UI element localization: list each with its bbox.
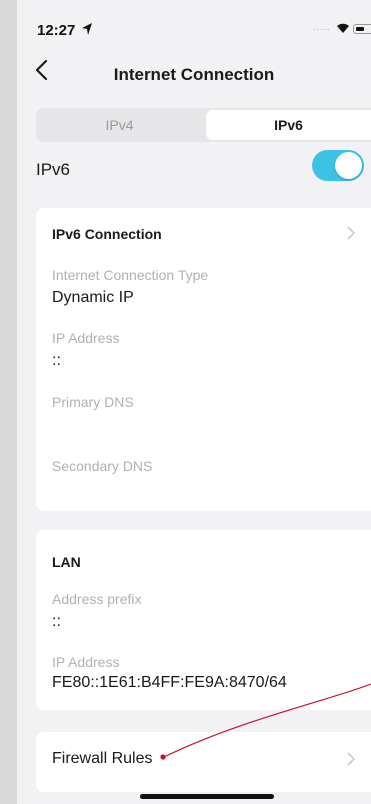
address-prefix-value: :: [52, 613, 61, 630]
secondary-dns-label: Secondary DNS [52, 458, 153, 474]
lan-ip-address-label: IP Address [52, 654, 120, 670]
page-title: Internet Connection [113, 65, 275, 84]
signal-icon: ..... [313, 22, 331, 32]
battery-icon [353, 24, 371, 34]
chevron-right-icon [347, 752, 355, 766]
ipv6-connection-header: IPv6 Connection [52, 226, 162, 242]
ipv6-toggle-row: IPv6 [36, 148, 371, 188]
address-prefix-label: Address prefix [52, 591, 142, 607]
tab-ipv4[interactable]: IPv4 [36, 108, 203, 142]
navigation-bar: Internet Connection [17, 52, 371, 96]
connection-type-label: Internet Connection Type [52, 267, 209, 283]
primary-dns-label: Primary DNS [52, 394, 134, 410]
ipv6-toggle-switch[interactable] [312, 150, 364, 181]
battery-level [356, 27, 364, 31]
lan-ip-address-value: FE80::1E61:B4FF:FE9A:8470/64 [52, 674, 287, 691]
lan-card: LAN Address prefix :: IP Address FE80::1… [36, 530, 371, 710]
tab-ipv6[interactable]: IPv6 [206, 110, 371, 140]
ip-address-label: IP Address [52, 330, 120, 346]
ipv6-connection-card: IPv6 Connection Internet Connection Type… [36, 208, 371, 511]
lan-header: LAN [52, 554, 81, 570]
ipv6-connection-row[interactable]: IPv6 Connection [36, 208, 371, 256]
ipv6-toggle-label: IPv6 [36, 160, 71, 179]
wifi-icon [337, 23, 349, 33]
ip-address-value: :: [52, 352, 61, 369]
home-indicator [140, 794, 274, 799]
toggle-knob [335, 152, 362, 179]
chevron-right-icon [347, 226, 355, 240]
status-time: 12:27 [37, 22, 76, 39]
phone-screen: 12:27 ..... Internet Connection IPv4 IPv… [17, 0, 371, 804]
status-bar: 12:27 ..... [17, 0, 371, 46]
connection-type-value: Dynamic IP [52, 289, 134, 306]
firewall-rules-label: Firewall Rules [52, 750, 153, 767]
firewall-rules-row[interactable]: Firewall Rules [36, 732, 371, 792]
location-arrow-icon [82, 23, 92, 35]
ip-version-segmented-control: IPv4 IPv6 [36, 108, 371, 142]
